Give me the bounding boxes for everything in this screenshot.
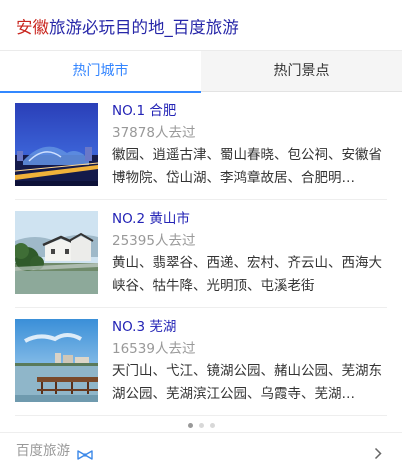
rank-label[interactable]: NO.2 — [112, 211, 145, 227]
visit-count: 16539人去过 — [112, 341, 196, 357]
title-text[interactable]: 旅游必玩目的地_百度旅游 — [49, 18, 239, 37]
city-thumbnail[interactable] — [15, 319, 98, 402]
travel-card: 安徽旅游必玩目的地_百度旅游 热门城市 热门景点 NO.1 合肥 37878人去… — [0, 0, 402, 470]
title-highlight[interactable]: 安徽 — [16, 18, 49, 37]
item-title[interactable]: NO.1 合肥 — [112, 100, 382, 122]
pagination-dots — [0, 423, 402, 431]
page-title[interactable]: 安徽旅游必玩目的地_百度旅游 — [16, 14, 239, 42]
footer-brand[interactable]: 百度旅游 — [16, 441, 70, 461]
rank-label[interactable]: NO.1 — [112, 103, 145, 119]
list-item[interactable]: NO.1 合肥 37878人去过 徽园、逍遥古津、蜀山春晓、包公祠、安徽省博物院… — [15, 92, 387, 200]
city-name[interactable]: 芜湖 — [149, 319, 176, 335]
rank-label[interactable]: NO.3 — [112, 319, 145, 335]
item-info: NO.2 黄山市 25395人去过 黄山、翡翠谷、西递、宏村、齐云山、西海大峡谷… — [112, 208, 382, 297]
item-title[interactable]: NO.3 芜湖 — [112, 316, 382, 338]
chevron-right-icon[interactable] — [374, 445, 382, 464]
list-item[interactable]: NO.3 芜湖 16539人去过 天门山、弋江、镜湖公园、赭山公园、芜湖东湖公园… — [15, 308, 387, 416]
page-dot[interactable] — [187, 423, 193, 428]
page-dot[interactable] — [198, 423, 204, 428]
attraction-list: 天门山、弋江、镜湖公园、赭山公园、芜湖东湖公园、芜湖滨江公园、乌霞寺、芜湖… — [112, 363, 382, 402]
attraction-list: 徽园、逍遥古津、蜀山春晓、包公祠、安徽省博物院、岱山湖、李鸿章故居、合肥明… — [112, 147, 382, 186]
item-info: NO.3 芜湖 16539人去过 天门山、弋江、镜湖公园、赭山公园、芜湖东湖公园… — [112, 316, 382, 405]
city-thumbnail[interactable] — [15, 211, 98, 294]
list-item[interactable]: NO.2 黄山市 25395人去过 黄山、翡翠谷、西递、宏村、齐云山、西海大峡谷… — [15, 200, 387, 308]
baidu-travel-bow-icon — [77, 445, 93, 464]
item-info: NO.1 合肥 37878人去过 徽园、逍遥古津、蜀山春晓、包公祠、安徽省博物院… — [112, 100, 382, 189]
visit-count: 37878人去过 — [112, 125, 196, 141]
tab-hot-cities[interactable]: 热门城市 — [0, 51, 201, 93]
city-name[interactable]: 黄山市 — [149, 211, 190, 227]
tab-hot-attractions[interactable]: 热门景点 — [201, 51, 402, 92]
city-name[interactable]: 合肥 — [149, 103, 176, 119]
visit-count: 25395人去过 — [112, 233, 196, 249]
tab-bar: 热门城市 热门景点 — [0, 50, 402, 93]
city-thumbnail[interactable] — [15, 103, 98, 186]
attraction-list: 黄山、翡翠谷、西递、宏村、齐云山、西海大峡谷、牯牛降、光明顶、屯溪老街 — [112, 255, 382, 294]
footer-bar[interactable]: 百度旅游 — [0, 432, 402, 470]
item-title[interactable]: NO.2 黄山市 — [112, 208, 382, 230]
page-dot[interactable] — [209, 423, 215, 428]
